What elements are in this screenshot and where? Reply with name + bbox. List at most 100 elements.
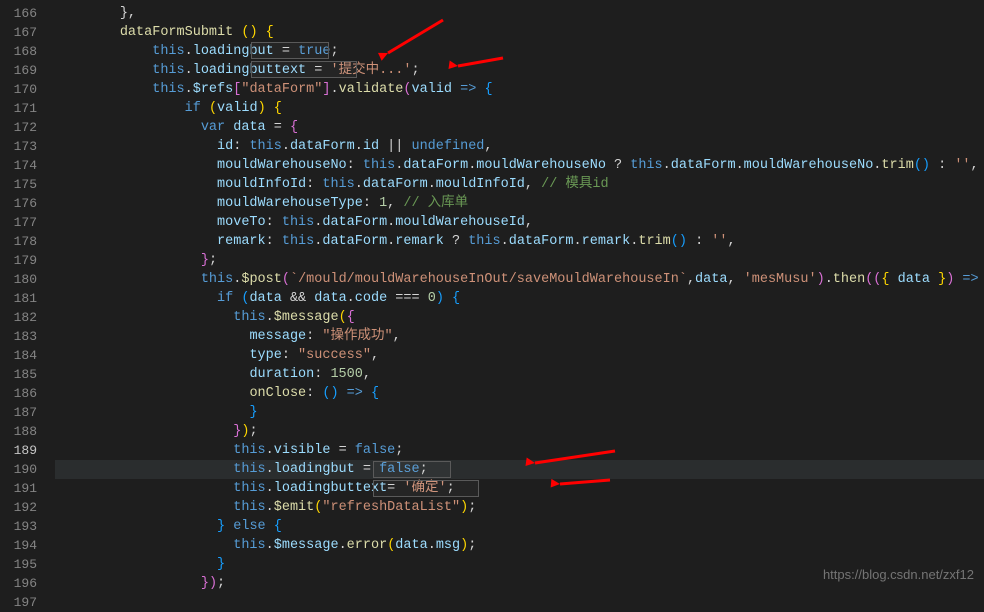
token-paren-blue: () bbox=[914, 158, 930, 173]
token-this: this bbox=[233, 443, 265, 458]
token-string: '提交中...' bbox=[330, 63, 411, 78]
token-punc: . bbox=[185, 82, 193, 97]
code-line[interactable]: this.visible = false; bbox=[55, 441, 984, 460]
line-number-gutter: 1661671681691701711721731741751761771781… bbox=[0, 0, 55, 602]
token-punc: = bbox=[306, 63, 330, 78]
token-string: '' bbox=[954, 158, 970, 173]
token-punc: . bbox=[355, 177, 363, 192]
token-punc: : bbox=[306, 177, 322, 192]
code-content[interactable]: }, dataFormSubmit () { this.loadingbut =… bbox=[55, 0, 984, 602]
token-keyword: else bbox=[233, 519, 265, 534]
token-punc: = bbox=[355, 462, 379, 477]
token-punc: . bbox=[266, 310, 274, 325]
code-line[interactable]: if (data && data.code === 0) { bbox=[55, 289, 984, 308]
token-method: then bbox=[833, 272, 865, 287]
code-line[interactable]: onClose: () => { bbox=[55, 384, 984, 403]
token-punc: . bbox=[736, 158, 744, 173]
code-line[interactable]: } bbox=[55, 403, 984, 422]
token-punc: . bbox=[428, 177, 436, 192]
token-punc: . bbox=[355, 139, 363, 154]
token-paren-gold: { bbox=[266, 25, 274, 40]
line-number: 166 bbox=[0, 4, 55, 23]
line-number: 168 bbox=[0, 42, 55, 61]
token-punc: . bbox=[282, 139, 290, 154]
token-punc bbox=[266, 519, 274, 534]
token-prop: mouldWarehouseNo bbox=[476, 158, 606, 173]
code-line[interactable]: this.loadingbut = false; bbox=[55, 460, 984, 479]
code-line[interactable]: this.loadingbuttext= '确定'; bbox=[55, 479, 984, 498]
code-line[interactable]: }, bbox=[55, 4, 984, 23]
token-prop: type bbox=[249, 348, 281, 363]
token-paren-blue: { bbox=[274, 519, 282, 534]
token-punc: : bbox=[306, 386, 322, 401]
code-editor[interactable]: 1661671681691701711721731741751761771781… bbox=[0, 0, 984, 602]
code-line[interactable]: mouldWarehouseType: 1, // 入库单 bbox=[55, 194, 984, 213]
line-number: 175 bbox=[0, 175, 55, 194]
code-line[interactable]: this.$emit("refreshDataList"); bbox=[55, 498, 984, 517]
code-line[interactable]: moveTo: this.dataForm.mouldWarehouseId, bbox=[55, 213, 984, 232]
line-number: 185 bbox=[0, 365, 55, 384]
token-punc: . bbox=[825, 272, 833, 287]
token-paren-blue: } bbox=[217, 557, 225, 572]
code-line[interactable]: type: "success", bbox=[55, 346, 984, 365]
token-func: dataFormSubmit bbox=[120, 25, 233, 40]
code-line[interactable]: this.$message.error(data.msg); bbox=[55, 536, 984, 555]
token-prop: loadingbut bbox=[274, 462, 355, 477]
token-prop: dataForm bbox=[509, 234, 574, 249]
token-this: this bbox=[233, 462, 265, 477]
code-line[interactable]: this.$refs["dataForm"].validate(valid =>… bbox=[55, 80, 984, 99]
token-punc: ; bbox=[420, 462, 428, 477]
code-line[interactable]: if (valid) { bbox=[55, 99, 984, 118]
code-line[interactable]: remark: this.dataForm.remark ? this.data… bbox=[55, 232, 984, 251]
token-bool: true bbox=[298, 44, 330, 59]
token-punc: , bbox=[484, 139, 492, 154]
token-prop: mouldWarehouseId bbox=[395, 215, 525, 230]
code-line[interactable]: var data = { bbox=[55, 118, 984, 137]
token-prop: mouldWarehouseNo bbox=[217, 158, 347, 173]
token-method: $message bbox=[274, 310, 339, 325]
line-number: 187 bbox=[0, 403, 55, 422]
code-line[interactable]: this.$post(`/mould/mouldWarehouseInOut/s… bbox=[55, 270, 984, 289]
token-punc: . bbox=[266, 481, 274, 496]
code-line[interactable]: dataFormSubmit () { bbox=[55, 23, 984, 42]
code-line[interactable]: id: this.dataForm.id || undefined, bbox=[55, 137, 984, 156]
line-number: 196 bbox=[0, 574, 55, 593]
token-number: 1500 bbox=[330, 367, 362, 382]
token-var: data bbox=[249, 291, 281, 306]
token-paren-blue: () bbox=[671, 234, 687, 249]
token-prop: remark bbox=[582, 234, 631, 249]
line-number: 170 bbox=[0, 80, 55, 99]
token-this: this bbox=[322, 177, 354, 192]
code-line[interactable]: }; bbox=[55, 251, 984, 270]
token-prop: mouldWarehouseType bbox=[217, 196, 363, 211]
token-prop: dataForm bbox=[403, 158, 468, 173]
token-punc: . bbox=[266, 500, 274, 515]
code-line[interactable]: duration: 1500, bbox=[55, 365, 984, 384]
token-paren-blue: { bbox=[452, 291, 460, 306]
code-line[interactable]: this.$message({ bbox=[55, 308, 984, 327]
token-punc: , bbox=[393, 329, 401, 344]
token-punc: , bbox=[525, 215, 533, 230]
token-keyword: if bbox=[185, 101, 201, 116]
code-line[interactable]: message: "操作成功", bbox=[55, 327, 984, 346]
code-line[interactable]: this.loadingbuttext = '提交中...'; bbox=[55, 61, 984, 80]
token-this: this bbox=[233, 481, 265, 496]
token-punc: , bbox=[687, 272, 695, 287]
token-punc: , bbox=[971, 158, 979, 173]
line-number: 188 bbox=[0, 422, 55, 441]
code-line[interactable] bbox=[55, 593, 984, 612]
token-string: "refreshDataList" bbox=[322, 500, 460, 515]
code-line[interactable]: } else { bbox=[55, 517, 984, 536]
code-line[interactable]: this.loadingbut = true; bbox=[55, 42, 984, 61]
code-line[interactable]: mouldInfoId: this.dataForm.mouldInfoId, … bbox=[55, 175, 984, 194]
token-prop: id bbox=[217, 139, 233, 154]
line-number: 174 bbox=[0, 156, 55, 175]
line-number: 186 bbox=[0, 384, 55, 403]
token-this: this bbox=[152, 82, 184, 97]
token-paren-pink: { bbox=[347, 310, 355, 325]
code-line[interactable]: }); bbox=[55, 422, 984, 441]
token-this: this bbox=[630, 158, 662, 173]
token-method: error bbox=[347, 538, 388, 553]
code-line[interactable]: mouldWarehouseNo: this.dataForm.mouldWar… bbox=[55, 156, 984, 175]
token-prop: code bbox=[355, 291, 387, 306]
